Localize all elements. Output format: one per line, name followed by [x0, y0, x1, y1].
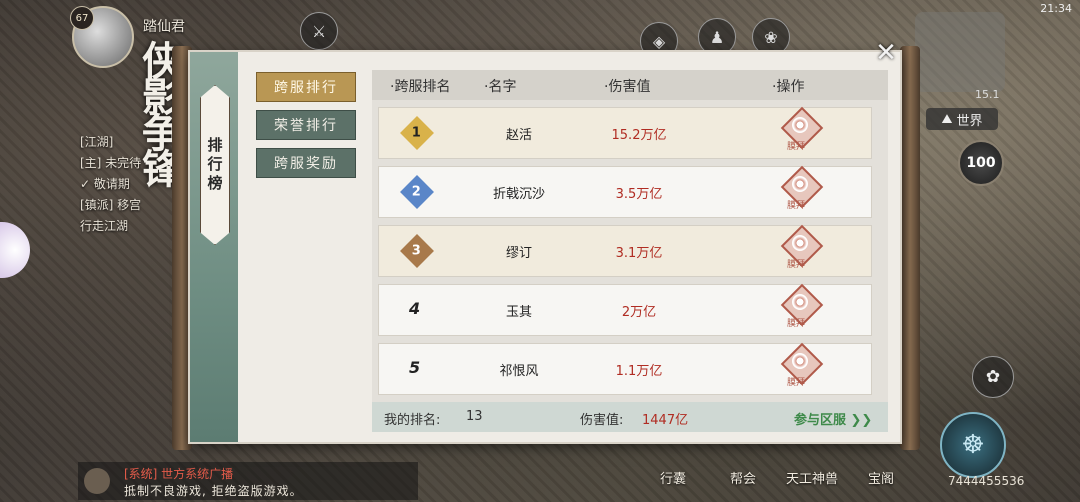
table-row: 5 祁恨风 1.1万亿 膜拜	[378, 342, 872, 395]
header-name: ·名字	[484, 79, 517, 95]
chat-message: 抵制不良游戏, 拒绝盗版游戏。	[124, 484, 303, 498]
quest-line: [镇派] 移宫	[80, 198, 142, 212]
minimap-coordinate: 15.1	[975, 88, 1000, 101]
table-row: 4 玉其 2万亿 膜拜	[378, 283, 872, 336]
gold-medal-icon: 1	[400, 116, 434, 150]
damage-cell: 3.5万亿	[615, 187, 663, 202]
crossed-swords-icon[interactable]: ⚔	[300, 12, 338, 50]
player-name: 踏仙君	[143, 19, 185, 35]
damage-cell: 3.1万亿	[615, 246, 663, 261]
worship-button[interactable]: 膜拜	[780, 106, 824, 155]
table-header: ·跨服排名 ·名字 ·伤害值 ·操作	[372, 70, 888, 100]
world-level-badge[interactable]: 100	[958, 140, 1004, 186]
player-uid: 7444455536	[948, 474, 1025, 488]
meditate-button[interactable]: ☸	[940, 412, 1006, 478]
ranking-title: 排行榜	[205, 136, 224, 194]
damage-cell: 15.2万亿	[611, 128, 667, 143]
quest-line: 行走江湖	[80, 219, 129, 233]
player-name-cell: 玉其	[505, 305, 532, 320]
tab-cross-server-reward[interactable]: 跨服奖励	[256, 148, 356, 178]
nav-bag[interactable]: 行囊	[660, 468, 686, 487]
nav-treasure[interactable]: 宝阁	[868, 468, 894, 487]
flower-icon[interactable]: ❀	[752, 18, 790, 56]
join-servers-link[interactable]: 参与区服 ❯❯	[794, 409, 872, 428]
my-damage-label: 伤害值:	[580, 413, 624, 428]
header-rank: ·跨服排名	[390, 79, 451, 95]
close-icon[interactable]: ✕	[872, 40, 900, 68]
player-name-cell: 缪订	[505, 246, 532, 261]
ranking-title-tag: 排行榜	[200, 85, 230, 245]
table-row: 2 折戟沉沙 3.5万亿 膜拜	[378, 165, 872, 218]
player-name-cell: 赵活	[505, 128, 532, 143]
header-damage: ·伤害值	[604, 79, 651, 95]
damage-cell: 1.1万亿	[615, 364, 663, 379]
worship-button[interactable]: 膜拜	[780, 283, 824, 332]
table-row: 3 缪订 3.1万亿 膜拜	[378, 224, 872, 277]
tab-cross-server-rank[interactable]: 跨服排行	[256, 72, 356, 102]
worship-button[interactable]: 膜拜	[780, 165, 824, 214]
tab-honor-rank[interactable]: 荣誉排行	[256, 110, 356, 140]
player-name-cell: 祁恨风	[499, 364, 539, 379]
scroll-rod-right	[900, 46, 920, 450]
silver-medal-icon: 2	[400, 175, 434, 209]
damage-cell: 2万亿	[621, 305, 657, 320]
scroll-rod-left	[172, 46, 192, 450]
rank-number: 5	[409, 358, 421, 377]
ranking-tabs: 跨服排行 荣誉排行 跨服奖励	[256, 72, 356, 186]
quest-line: [江湖]	[80, 135, 114, 149]
clock: 21:34	[1040, 2, 1072, 15]
ranking-table: ·跨服排名 ·名字 ·伤害值 ·操作 1 赵活 15.2万亿 膜拜 2 折戟沉沙…	[372, 70, 888, 432]
table-row: 1 赵活 15.2万亿 膜拜	[378, 106, 872, 159]
my-rank-value: 13	[466, 409, 483, 424]
nav-beast[interactable]: 天工神兽	[786, 468, 838, 487]
quest-panel[interactable]: [江湖] [主] 未完待 ✓ 敬请期 [镇派] 移宫 行走江湖	[80, 132, 166, 237]
ranking-footer: 我的排名: 13 伤害值: 1447亿 参与区服 ❯❯	[372, 402, 888, 432]
mountain-icon: ⛰	[941, 111, 953, 127]
worship-button[interactable]: 膜拜	[780, 342, 824, 391]
quest-line: ✓ 敬请期	[80, 177, 130, 191]
lotus-icon[interactable]: ✿	[972, 356, 1014, 398]
nav-guild[interactable]: 帮会	[730, 468, 756, 487]
chat-avatar-icon	[84, 468, 110, 494]
worship-button[interactable]: 膜拜	[780, 224, 824, 273]
bronze-medal-icon: 3	[400, 234, 434, 268]
header-action: ·操作	[772, 79, 805, 95]
my-rank-label: 我的排名:	[384, 413, 441, 428]
chat-box[interactable]: [系统] 世方系统广播 抵制不良游戏, 拒绝盗版游戏。	[78, 462, 418, 500]
world-label: 世界	[956, 113, 983, 129]
rank-number: 4	[409, 299, 421, 318]
quest-line: [主] 未完待	[80, 156, 142, 170]
world-channel-button[interactable]: ⛰ 世界	[926, 108, 998, 130]
hero-icon[interactable]: ♟	[698, 18, 736, 56]
minimap[interactable]	[915, 12, 1005, 92]
chat-system-line: [系统] 世方系统广播	[124, 467, 234, 481]
my-damage-value: 1447亿	[642, 413, 689, 428]
player-level-badge: 67	[70, 6, 94, 30]
player-name-cell: 折戟沉沙	[492, 187, 545, 202]
